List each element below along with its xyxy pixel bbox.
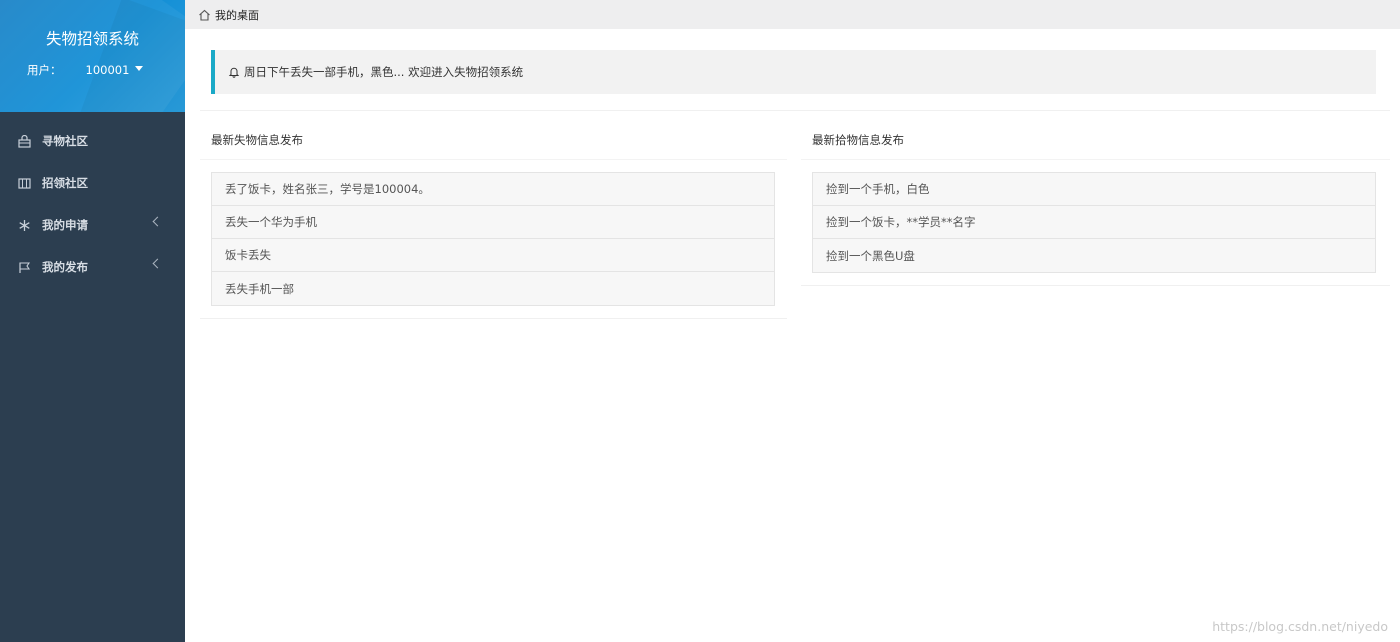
found-items-list: 捡到一个手机，白色 捡到一个饭卡，**学员**名字 捡到一个黑色U盘 <box>812 172 1376 273</box>
list-item[interactable]: 丢失一个华为手机 <box>212 206 774 239</box>
tab-my-desktop[interactable]: 我的桌面 <box>215 7 259 23</box>
lost-items-panel: 最新失物信息发布 丢了饭卡，姓名张三，学号是100004。 丢失一个华为手机 饭… <box>200 120 787 319</box>
panel-title: 最新失物信息发布 <box>200 120 787 160</box>
sidebar-item-label: 寻物社区 <box>42 134 88 148</box>
user-label: 用户： <box>27 63 62 77</box>
tab-bar: 我的桌面 <box>185 0 1400 29</box>
snowflake-icon <box>17 218 31 232</box>
sidebar-menu: 寻物社区 招领社区 我的申请 我的发布 <box>0 120 185 288</box>
sidebar-item-found-community[interactable]: 招领社区 <box>0 162 185 204</box>
list-item[interactable]: 丢了饭卡，姓名张三，学号是100004。 <box>212 173 774 206</box>
user-id[interactable]: 100001 <box>86 63 130 77</box>
caret-down-icon[interactable] <box>135 65 144 71</box>
chevron-left-icon <box>152 258 163 269</box>
columns-icon <box>17 176 31 190</box>
watermark: https://blog.csdn.net/niyedo <box>1212 619 1388 634</box>
lost-items-list: 丢了饭卡，姓名张三，学号是100004。 丢失一个华为手机 饭卡丢失 丢失手机一… <box>211 172 775 306</box>
app-title: 失物招领系统 <box>45 30 139 48</box>
list-item[interactable]: 捡到一个手机，白色 <box>813 173 1375 206</box>
panel-title: 最新拾物信息发布 <box>801 120 1390 160</box>
sidebar-item-my-applications[interactable]: 我的申请 <box>0 204 185 246</box>
panel-footer <box>801 273 1390 286</box>
sidebar-item-label: 我的申请 <box>42 218 88 232</box>
sidebar-item-label: 招领社区 <box>42 176 88 190</box>
user-menu[interactable]: 用户： 100001 <box>27 62 144 78</box>
shopping-bag-icon <box>17 134 31 148</box>
list-item[interactable]: 饭卡丢失 <box>212 239 774 272</box>
chevron-left-icon <box>152 216 163 227</box>
sidebar-item-label: 我的发布 <box>42 260 88 274</box>
divider <box>200 110 1390 111</box>
list-item[interactable]: 丢失手机一部 <box>212 272 774 305</box>
list-item[interactable]: 捡到一个黑色U盘 <box>813 239 1375 272</box>
sidebar-header: 失物招领系统 用户： 100001 <box>0 0 185 112</box>
notice-text: 周日下午丢失一部手机，黑色... 欢迎进入失物招领系统 <box>244 65 524 79</box>
sidebar-item-lost-community[interactable]: 寻物社区 <box>0 120 185 162</box>
sidebar: 失物招领系统 用户： 100001 寻物社区 招领社区 我的申请 我的发布 <box>0 0 185 642</box>
notice-banner: 周日下午丢失一部手机，黑色... 欢迎进入失物招领系统 <box>211 50 1376 94</box>
found-items-panel: 最新拾物信息发布 捡到一个手机，白色 捡到一个饭卡，**学员**名字 捡到一个黑… <box>801 120 1390 286</box>
flag-icon <box>17 260 31 274</box>
home-icon <box>198 9 211 21</box>
list-item[interactable]: 捡到一个饭卡，**学员**名字 <box>813 206 1375 239</box>
panel-footer <box>200 306 787 319</box>
sidebar-item-my-posts[interactable]: 我的发布 <box>0 246 185 288</box>
bell-icon <box>228 66 240 78</box>
